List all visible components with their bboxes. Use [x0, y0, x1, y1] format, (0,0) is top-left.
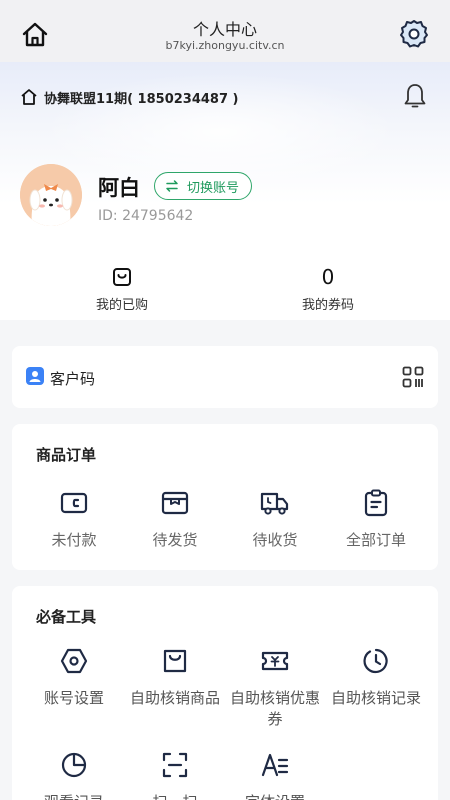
swap-icon	[166, 180, 178, 192]
tool-font-settings-label: 字体设置	[225, 792, 325, 800]
tools-title: 必备工具	[36, 608, 97, 626]
package-icon	[161, 491, 189, 515]
scan-icon	[162, 752, 188, 778]
qr-code-icon[interactable]	[402, 366, 424, 388]
order-to-receive-label: 待收货	[252, 531, 298, 549]
switch-account-label: 切换账号	[187, 180, 240, 196]
order-to-ship[interactable]: 待发货	[125, 488, 225, 551]
orders-card: 商品订单 未付款 待发货 待收货 全部订单	[12, 424, 438, 570]
stat-coupons[interactable]: 0 我的券码	[248, 264, 408, 313]
customer-code-card[interactable]: 客户码	[12, 346, 438, 408]
page-title: 个人中心	[192, 20, 257, 39]
tool-verify-history-label: 自助核销记录	[330, 689, 421, 707]
stat-purchased-label: 我的已购	[95, 298, 148, 313]
truck-icon	[260, 492, 289, 515]
purchased-icon	[113, 268, 131, 286]
stat-purchased[interactable]: 我的已购	[42, 264, 202, 313]
gear-icon[interactable]	[398, 18, 430, 50]
tool-font-settings[interactable]: 字体设置	[225, 750, 325, 800]
pie-chart-icon	[61, 752, 87, 778]
clipboard-icon	[364, 489, 388, 517]
tool-watch-history[interactable]: 观看记录	[24, 750, 124, 800]
tool-verify-coupon-label: 自助核销优惠券	[229, 689, 320, 728]
tools-card: 必备工具 账号设置 自助核销商品 自助核销优惠券 自助核销记录	[12, 586, 438, 800]
order-all-label: 全部订单	[345, 531, 406, 549]
customer-code-label: 客户码	[50, 370, 96, 388]
shop-icon	[21, 89, 37, 105]
tool-verify-goods-label: 自助核销商品	[129, 689, 220, 707]
orders-title: 商品订单	[36, 446, 97, 464]
tool-scan[interactable]: 扫一扫	[125, 750, 225, 800]
tool-scan-label: 扫一扫	[125, 792, 225, 800]
tool-account-settings[interactable]: 账号设置	[24, 646, 124, 709]
font-icon	[261, 753, 289, 777]
order-to-ship-label: 待发货	[152, 531, 198, 549]
stat-coupons-label: 我的券码	[301, 298, 354, 313]
order-unpaid-label: 未付款	[51, 531, 97, 549]
bell-icon[interactable]	[402, 82, 428, 110]
tool-verify-goods[interactable]: 自助核销商品	[125, 646, 225, 709]
wallet-icon	[60, 492, 88, 514]
bag-icon	[163, 649, 187, 673]
top-bar: 个人中心 b7kyi.zhongyu.citv.cn	[0, 0, 450, 62]
shop-name: 协舞联盟11期( 1850234487 )	[44, 91, 239, 107]
stats-row: 我的已购 0 我的券码	[0, 264, 450, 316]
hexagon-settings-icon	[60, 648, 88, 674]
shop-selector[interactable]: 协舞联盟11期( 1850234487 )	[20, 86, 238, 108]
coupon-icon	[261, 651, 289, 671]
customer-icon	[26, 367, 44, 385]
tool-verify-coupon[interactable]: 自助核销优惠券	[225, 646, 325, 730]
user-id: ID: 24795642	[98, 208, 194, 224]
history-icon	[363, 648, 388, 674]
order-to-receive[interactable]: 待收货	[225, 488, 325, 551]
user-name: 阿白	[98, 176, 140, 200]
tool-verify-history[interactable]: 自助核销记录	[326, 646, 426, 709]
tool-account-settings-label: 账号设置	[43, 689, 104, 707]
tool-watch-history-label: 观看记录	[24, 792, 124, 800]
profile-header: 协舞联盟11期( 1850234487 ) 阿白 切换账号 ID: 247956…	[0, 62, 450, 320]
order-unpaid[interactable]: 未付款	[24, 488, 124, 551]
avatar[interactable]	[20, 164, 82, 226]
stat-coupons-value: 0	[321, 265, 335, 289]
switch-account-button[interactable]: 切换账号	[154, 172, 253, 200]
page-subtitle: b7kyi.zhongyu.citv.cn	[165, 39, 285, 52]
order-all[interactable]: 全部订单	[326, 488, 426, 551]
